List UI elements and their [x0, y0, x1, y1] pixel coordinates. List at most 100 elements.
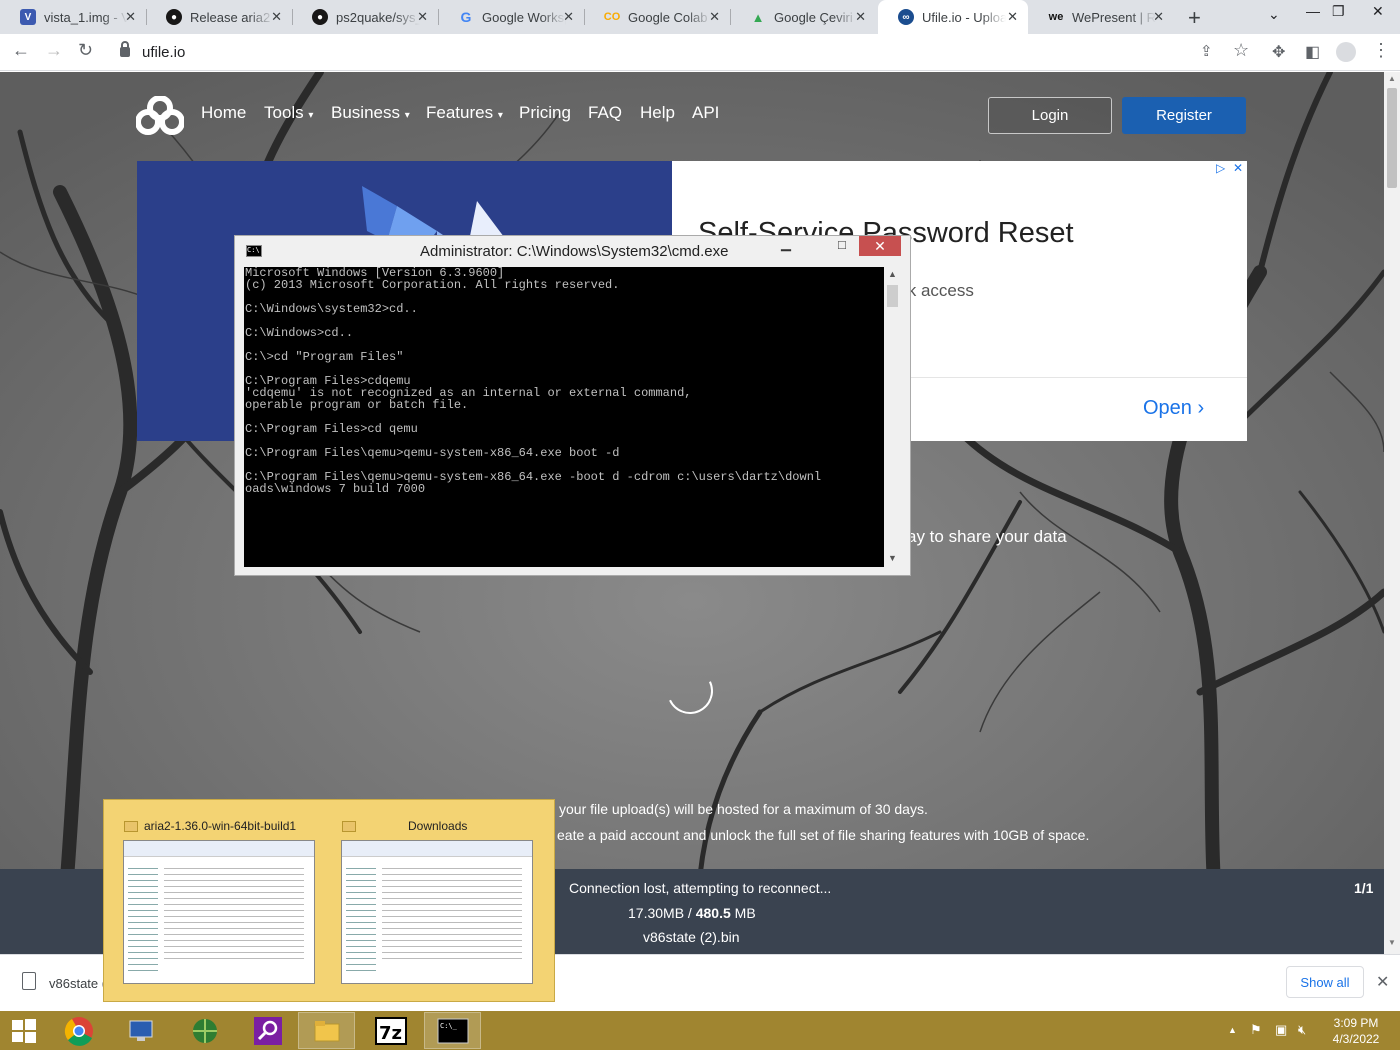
window-close-icon[interactable]: ✕ [1372, 3, 1384, 20]
address-bar[interactable]: ufile.io [112, 37, 1268, 67]
taskbar-cmd[interactable]: C:\_ [424, 1012, 481, 1049]
network-icon[interactable]: ▣ [1275, 1022, 1287, 1038]
forward-icon[interactable]: → [45, 40, 63, 61]
tab-ufile-active[interactable]: ∞ Ufile.io - Uploa ✕ [878, 0, 1028, 34]
cmd-scrollbar-thumb[interactable] [887, 285, 898, 307]
drive-icon: ▲ [751, 9, 765, 25]
taskbar-remote-desktop[interactable] [113, 1012, 170, 1049]
close-icon[interactable]: ✕ [271, 9, 282, 25]
nav-business-label[interactable]: Business [331, 103, 400, 122]
close-icon[interactable]: ✕ [563, 9, 574, 25]
tab-title: Google Colab [628, 9, 708, 25]
wepresent-icon: we [1048, 11, 1064, 23]
minimize-icon[interactable]: — [1306, 3, 1320, 19]
close-icon[interactable]: ✕ [709, 9, 720, 25]
tab-google-workspace[interactable]: G Google Worksp ✕ [438, 0, 584, 34]
clock-date[interactable]: 4/3/2022 [1320, 1031, 1392, 1047]
nav-features-label[interactable]: Features [426, 103, 493, 122]
cmd-console-output[interactable]: Microsoft Windows [Version 6.3.9600] (c)… [244, 267, 884, 567]
close-icon[interactable]: ✕ [417, 9, 428, 25]
preview-title-aria2[interactable]: aria2-1.36.0-win-64bit-build1 [144, 819, 296, 833]
adchoices-icon[interactable]: ▷ [1216, 161, 1225, 175]
volume-muted-icon[interactable]: 🔇︎ [1298, 1022, 1306, 1038]
nav-features[interactable]: Features ▾ [426, 103, 503, 123]
extensions-icon[interactable]: ✥ [1272, 42, 1285, 62]
page-scrollbar[interactable]: ▲ ▼ [1384, 72, 1400, 954]
taskbar-file-explorer[interactable] [298, 1012, 355, 1049]
system-clock[interactable]: 3:09 PM 4/3/2022 [1320, 1015, 1392, 1047]
tab-vista-img[interactable]: V vista_1.img - Vi ✕ [0, 0, 146, 34]
nav-business[interactable]: Business ▾ [331, 103, 410, 123]
ad-close-icon[interactable]: ✕ [1233, 161, 1243, 175]
menu-kebab-icon[interactable]: ⋮ [1372, 40, 1390, 61]
nav-api[interactable]: API [692, 103, 719, 123]
action-center-flag-icon[interactable]: ⚑ [1250, 1022, 1262, 1038]
tab-ps2quake[interactable]: ● ps2quake/sys_c ✕ [292, 0, 438, 34]
ad-open-button[interactable]: Open › [1143, 397, 1204, 420]
close-icon[interactable]: ✕ [1007, 9, 1018, 25]
tab-wepresent[interactable]: we WePresent | Re ✕ [1028, 0, 1174, 34]
computer-icon [129, 1020, 152, 1041]
ufile-logo-icon[interactable] [136, 96, 184, 136]
share-icon[interactable]: ⇪ [1200, 42, 1213, 60]
login-button[interactable]: Login [988, 97, 1112, 134]
restore-icon[interactable]: ❐ [1332, 3, 1345, 20]
tab-search-icon[interactable]: ⌄ [1268, 6, 1280, 23]
cmd-icon: C:\ [246, 245, 262, 257]
cmd-minimize-icon[interactable]: ▁ [781, 236, 791, 252]
taskbar-7zip[interactable]: 7z [362, 1012, 419, 1049]
browser-tab-strip: V vista_1.img - Vi ✕ ● Release aria2 1 ✕… [0, 0, 1400, 34]
scroll-up-icon[interactable]: ▲ [888, 269, 897, 279]
close-icon[interactable]: ✕ [1153, 9, 1164, 25]
tab-title: Release aria2 1 [190, 9, 274, 25]
upload-file-counter: 1/1 [1354, 880, 1374, 896]
taskbar-chrome[interactable] [50, 1012, 107, 1049]
size-separator: / [684, 905, 696, 921]
tray-expand-icon[interactable]: ▲ [1228, 1025, 1237, 1035]
chevron-down-icon: ▾ [308, 110, 314, 121]
new-tab-icon[interactable]: + [1188, 5, 1201, 31]
preview-title-downloads[interactable]: Downloads [408, 819, 467, 833]
start-button[interactable] [0, 1012, 48, 1049]
cmd-close-button[interactable]: ✕ [859, 236, 901, 256]
url-text[interactable]: ufile.io [142, 44, 185, 61]
close-icon[interactable]: ✕ [125, 9, 136, 25]
lock-icon[interactable] [120, 41, 130, 57]
register-button[interactable]: Register [1122, 97, 1246, 134]
preview-thumbnail-downloads[interactable] [341, 840, 533, 984]
tab-google-colab[interactable]: CO Google Colab ✕ [584, 0, 730, 34]
taskbar-thumbnail-preview[interactable]: aria2-1.36.0-win-64bit-build1 Downloads [103, 799, 555, 1002]
nav-faq[interactable]: FAQ [588, 103, 622, 123]
downloads-close-icon[interactable]: ✕ [1376, 972, 1389, 992]
cmd-window[interactable]: C:\ Administrator: C:\Windows\System32\c… [234, 235, 911, 576]
show-all-button[interactable]: Show all [1286, 966, 1364, 998]
reload-icon[interactable]: ↻ [78, 40, 93, 61]
tab-google-ceviri[interactable]: ▲ Google Çeviri - ✕ [730, 0, 876, 34]
cmd-titlebar[interactable]: C:\ Administrator: C:\Windows\System32\c… [235, 236, 910, 266]
ad-open-label[interactable]: Open [1143, 397, 1192, 419]
scroll-down-icon[interactable]: ▼ [888, 553, 897, 563]
taskbar-network-app[interactable] [176, 1012, 233, 1049]
scroll-up-icon[interactable]: ▲ [1388, 74, 1396, 83]
close-icon[interactable]: ✕ [855, 9, 866, 25]
folder-icon [124, 821, 138, 832]
clock-time[interactable]: 3:09 PM [1320, 1015, 1392, 1031]
nav-pricing[interactable]: Pricing [519, 103, 571, 123]
side-panel-icon[interactable]: ◧ [1305, 42, 1320, 62]
nav-home[interactable]: Home [201, 103, 246, 123]
chevron-down-icon: ▾ [404, 110, 410, 121]
scrollbar-thumb[interactable] [1387, 88, 1397, 188]
scroll-down-icon[interactable]: ▼ [1388, 938, 1396, 947]
bookmark-star-icon[interactable]: ☆ [1233, 40, 1249, 61]
back-icon[interactable]: ← [12, 40, 30, 61]
preview-thumbnail-aria2[interactable] [123, 840, 315, 984]
nav-help[interactable]: Help [640, 103, 675, 123]
cmd-scrollbar[interactable]: ▲ ▼ [884, 267, 901, 567]
profile-avatar-icon[interactable] [1336, 42, 1356, 62]
taskbar-search-app[interactable] [239, 1012, 296, 1049]
download-item[interactable]: v86state ( [49, 976, 106, 991]
cmd-maximize-icon[interactable]: □ [838, 237, 846, 252]
nav-tools[interactable]: Tools ▾ [264, 103, 313, 123]
tab-release-aria2[interactable]: ● Release aria2 1 ✕ [146, 0, 292, 34]
nav-tools-label[interactable]: Tools [264, 103, 304, 122]
